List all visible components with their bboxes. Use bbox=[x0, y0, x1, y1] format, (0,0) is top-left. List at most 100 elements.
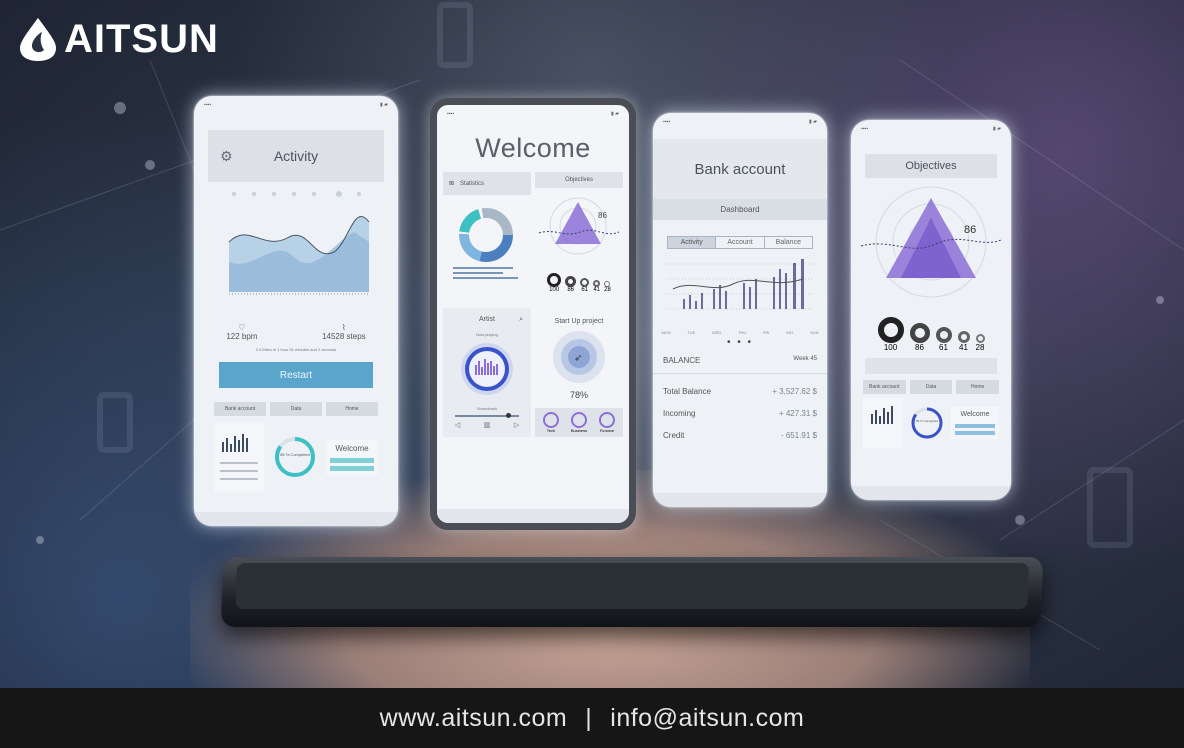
activity-tabs: Bank account Data Home bbox=[214, 402, 378, 416]
startup-label: Start Up project bbox=[554, 318, 604, 325]
phone-bank-account: ▪▪▪▪ ▮ ▰ Bank account Dashboard Activity … bbox=[653, 113, 827, 507]
search-icon[interactable]: ⌕ bbox=[519, 316, 523, 324]
balance-rows: Total Balance + 3,527.62 $ Incoming + 427.… bbox=[653, 373, 827, 440]
axis-label: MON bbox=[661, 330, 671, 335]
welcome-title: Welcome bbox=[475, 133, 591, 163]
bank-chart-axis: MON TUE WED THU FRI SAT SUN bbox=[653, 330, 827, 335]
heart-icon: ♡ bbox=[238, 323, 246, 332]
phone-activity: ▪▪▪▪ ▮ ▰ ⚙ Activity ♡ 122 bpm ⌇ 14528 ste… bbox=[194, 96, 398, 526]
objectives-rings: 100 86 61 41 28 bbox=[535, 273, 623, 293]
activity-wave-chart bbox=[228, 191, 370, 295]
ring-value: 61 bbox=[581, 287, 588, 293]
row-value: + 3,527.62 $ bbox=[772, 387, 817, 396]
balance-row-credit: Credit - 651.91 $ bbox=[653, 431, 827, 440]
tab-balance[interactable]: Balance bbox=[763, 237, 812, 248]
axis-label: SAT bbox=[785, 330, 794, 335]
phone-objectives: ▪▪▪▪ ▮ ▰ Objectives 86 100 86 61 41 28 Ba… bbox=[851, 120, 1011, 500]
axis-label: THU bbox=[737, 330, 747, 335]
status-bar: ▪▪▪▪ ▮ ▰ bbox=[663, 119, 817, 125]
heart-rate: 122 bpm bbox=[226, 332, 258, 341]
mini-welcome-card: Welcome bbox=[326, 439, 378, 475]
startup-percent: 78% bbox=[569, 390, 588, 400]
welcome-bottom-grid: Artist ⌕ Now playing Soundtrack ◁ ▥ ▷ St… bbox=[443, 308, 623, 437]
ring-value: 61 bbox=[939, 343, 948, 352]
brand-logo: AITSUN bbox=[18, 16, 219, 62]
phone-nav-bar bbox=[437, 509, 629, 523]
objectives-mini-widgets: 85 % Completed Welcome bbox=[863, 398, 999, 448]
tab-data[interactable]: Data bbox=[270, 402, 322, 416]
tab-home[interactable]: Home bbox=[956, 380, 1000, 394]
ring-value: 86 bbox=[915, 343, 924, 352]
restart-button[interactable]: Restart bbox=[219, 362, 373, 388]
tab-home[interactable]: Home bbox=[326, 402, 378, 416]
welcome-top-grid: ⊠ Statistics Objectives 86 100 86 61 41 … bbox=[443, 172, 623, 300]
category-label: Tech bbox=[546, 428, 556, 433]
balance-row-incoming: Incoming + 427.31 $ bbox=[653, 409, 827, 418]
ring-value: 86 bbox=[567, 287, 574, 293]
activity-note: 2.4 Miles in 1 hour 51 minutes and 2 sec… bbox=[255, 347, 337, 352]
statistics-header[interactable]: ⊠ Statistics bbox=[443, 172, 531, 195]
objectives-sparkline bbox=[865, 358, 997, 374]
next-icon[interactable]: ▷ bbox=[514, 421, 519, 429]
statistics-donut-chart bbox=[453, 208, 518, 279]
mini-welcome-label: Welcome bbox=[335, 443, 369, 453]
playback-controls: ◁ ▥ ▷ bbox=[443, 421, 531, 429]
activity-title: Activity bbox=[273, 148, 319, 164]
brand-name: AITSUN bbox=[64, 16, 219, 61]
pager-dots[interactable]: • • • bbox=[653, 337, 827, 348]
category-label: Business bbox=[570, 428, 588, 433]
mini-percent-label: 85 % Completed bbox=[915, 419, 939, 423]
previous-icon[interactable]: ◁ bbox=[455, 421, 460, 429]
activity-header: ⚙ Activity bbox=[208, 130, 384, 182]
bank-title: Bank account bbox=[653, 139, 827, 199]
objectives-radar-chart: 86 bbox=[538, 197, 620, 255]
objectives-tabs: Bank account Data Home bbox=[863, 380, 1000, 394]
playback-slider[interactable] bbox=[455, 413, 519, 418]
row-value: - 651.91 $ bbox=[780, 431, 817, 440]
tab-account[interactable]: Account bbox=[715, 237, 763, 248]
bank-tabs: Activity Account Balance bbox=[667, 236, 813, 249]
website-link[interactable]: www.aitsun.com bbox=[380, 704, 568, 733]
ring-value: 41 bbox=[593, 287, 600, 293]
phone-nav-bar bbox=[653, 493, 827, 507]
gear-icon[interactable]: ⚙ bbox=[220, 148, 233, 165]
mini-welcome-label: Welcome bbox=[960, 411, 990, 418]
tab-activity[interactable]: Activity bbox=[668, 237, 716, 248]
status-bar: ▪▪▪▪ ▮ ▰ bbox=[861, 126, 1001, 132]
category-rings: Tech Business Finance bbox=[535, 408, 623, 437]
artist-header[interactable]: Artist ⌕ bbox=[443, 308, 531, 332]
phone-welcome: ▪▪▪▪▮ ▰ Welcome ⊠ Statistics Objectives bbox=[430, 98, 636, 530]
email-link[interactable]: info@aitsun.com bbox=[610, 704, 804, 733]
steps-icon: ⌇ bbox=[341, 323, 346, 332]
axis-label: TUE bbox=[687, 330, 696, 335]
category-label: Finance bbox=[599, 428, 615, 433]
music-visualizer[interactable] bbox=[443, 337, 531, 401]
logo-drop-icon bbox=[20, 18, 56, 61]
artist-label: Artist bbox=[479, 316, 495, 323]
tab-data[interactable]: Data bbox=[909, 380, 953, 394]
stats-icon: ⊠ bbox=[449, 181, 455, 187]
pause-icon[interactable]: ▥ bbox=[484, 421, 491, 429]
objectives-header[interactable]: Objectives bbox=[535, 172, 623, 188]
row-value: + 427.31 $ bbox=[778, 409, 817, 418]
activity-stats: ♡ 122 bpm ⌇ 14528 steps bbox=[194, 323, 398, 341]
status-bar: ▪▪▪▪ ▮ ▰ bbox=[204, 102, 388, 108]
statistics-label: Statistics bbox=[460, 180, 485, 187]
footer-separator: | bbox=[585, 703, 593, 732]
objectives-large-value: 86 bbox=[964, 224, 976, 236]
steps-count: 14528 steps bbox=[322, 332, 366, 341]
rocket-progress: ➶ bbox=[553, 331, 605, 383]
objectives-title: Objectives bbox=[865, 154, 997, 178]
balance-label: BALANCE bbox=[663, 356, 701, 365]
row-label: Total Balance bbox=[663, 387, 712, 396]
tab-bank-account[interactable]: Bank account bbox=[863, 380, 906, 394]
axis-label: WED bbox=[711, 330, 722, 335]
objectives-value: 86 bbox=[598, 211, 607, 220]
smartphone-device bbox=[220, 557, 1044, 627]
ring-value: 100 bbox=[883, 343, 898, 352]
tab-bank-account[interactable]: Bank account bbox=[214, 402, 266, 416]
phone-nav-bar bbox=[851, 486, 1011, 500]
balance-header: BALANCE Week 45 bbox=[653, 348, 827, 365]
mini-progress-ring: 85 % Completed bbox=[270, 432, 320, 482]
device-screen bbox=[235, 563, 1030, 609]
